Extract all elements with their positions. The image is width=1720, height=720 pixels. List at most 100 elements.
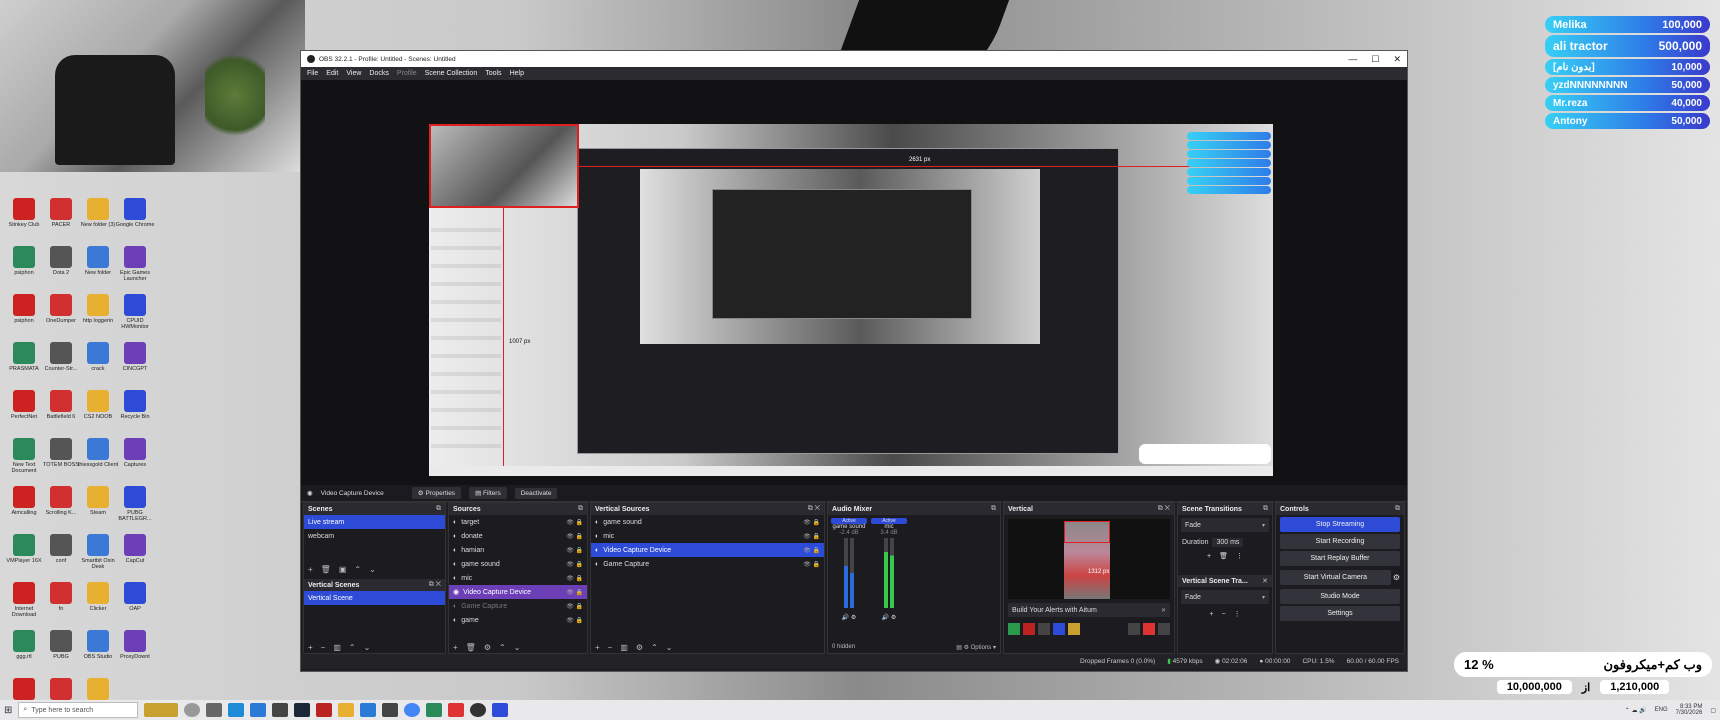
desktop-icon[interactable]: CINCGPT <box>113 342 157 388</box>
remove-icon[interactable]: 🗑 <box>1219 552 1228 560</box>
desktop-icon[interactable]: PUBG BATTLEGR... <box>113 486 157 532</box>
speaker-icon[interactable]: 🔊 ⚙ <box>831 614 867 621</box>
folder-icon[interactable] <box>338 703 355 717</box>
vertical-source-item[interactable]: ◐ Video Capture Device 👁 🔒 <box>591 543 824 557</box>
vertical-preview[interactable]: 1312 px <box>1008 519 1170 599</box>
visibility-lock-icon[interactable]: 👁 🔒 <box>566 617 583 624</box>
menu-edit[interactable]: Edit <box>326 70 338 77</box>
app-icon[interactable] <box>360 703 377 717</box>
tray-icons[interactable]: ⌃ ☁ 🔊 <box>1625 707 1647 714</box>
menu-profile[interactable]: Profile <box>397 70 417 77</box>
vertical-scene-item[interactable]: Vertical Scene <box>304 591 445 605</box>
source-item[interactable]: ◐ game 👁 🔒 <box>449 613 587 627</box>
filters-button[interactable]: ▤ Filters <box>469 487 507 499</box>
clock[interactable]: 8:33 PM 7/30/2026 <box>1676 704 1703 716</box>
virtualcam-icon[interactable] <box>1053 623 1065 635</box>
stop-streaming-button[interactable]: Stop Streaming <box>1280 517 1400 532</box>
steam-icon[interactable] <box>294 703 311 717</box>
scene-item[interactable]: Live stream <box>304 515 445 529</box>
start-recording-button[interactable]: Start Recording <box>1280 534 1400 549</box>
vertical-source-item[interactable]: ◐ mic 👁 🔒 <box>591 529 824 543</box>
app-icon[interactable] <box>382 703 399 717</box>
task-view-icon[interactable] <box>206 703 223 717</box>
menu-file[interactable]: File <box>307 70 318 77</box>
preview-area[interactable]: 2631 px 1007 px <box>301 80 1407 485</box>
visibility-lock-icon[interactable]: 👁 🔒 <box>566 519 583 526</box>
config-icon[interactable]: ▥ <box>333 643 341 652</box>
language-indicator[interactable]: ENG <box>1655 707 1668 713</box>
deactivate-button[interactable]: Deactivate <box>514 487 558 499</box>
visibility-lock-icon[interactable]: 👁 🔒 <box>566 547 583 554</box>
settings-button[interactable]: Settings <box>1280 606 1400 621</box>
app-icon[interactable] <box>426 703 443 717</box>
source-item[interactable]: ◐ mic 👁 🔒 <box>449 571 587 585</box>
down-icon[interactable]: ⌄ <box>369 565 376 574</box>
notification-icon[interactable]: ▢ <box>1710 707 1716 714</box>
visibility-lock-icon[interactable]: 👁 🔒 <box>803 561 820 568</box>
gear-icon[interactable]: ⚙ <box>484 643 491 652</box>
visibility-lock-icon[interactable]: 👁 🔒 <box>566 533 583 540</box>
desktop-icon[interactable]: Epic Games Launcher <box>113 246 157 292</box>
visibility-lock-icon[interactable]: 👁 🔒 <box>566 603 583 610</box>
options-button[interactable]: ▤ ⚙ Options ▾ <box>956 644 996 651</box>
app-icon[interactable] <box>492 703 509 717</box>
obs-icon[interactable] <box>470 703 487 717</box>
add-icon[interactable]: + <box>595 643 600 652</box>
gear-icon[interactable]: ⚙ <box>1393 573 1400 582</box>
menu-help[interactable]: Help <box>510 70 524 77</box>
search-box[interactable]: ⌕ Type here to search <box>18 702 139 718</box>
speaker-icon[interactable]: 🔊 ⚙ <box>871 614 907 621</box>
desktop-icon[interactable]: CapCut <box>113 534 157 580</box>
source-item[interactable]: ◐ donate 👁 🔒 <box>449 529 587 543</box>
remove-icon[interactable]: − <box>1222 611 1226 618</box>
app-icon[interactable] <box>316 703 333 717</box>
visibility-lock-icon[interactable]: 👁 🔒 <box>803 519 820 526</box>
start-replay-buffer-button[interactable]: Start Replay Buffer <box>1280 551 1400 566</box>
visibility-lock-icon[interactable]: 👁 🔒 <box>566 561 583 568</box>
up-icon[interactable]: ⌃ <box>499 643 506 652</box>
source-item[interactable]: ◐ hamian 👁 🔒 <box>449 543 587 557</box>
more-icon[interactable]: ⋮ <box>1234 610 1241 618</box>
stream-icon[interactable] <box>1008 623 1020 635</box>
down-icon[interactable]: ⌄ <box>364 643 371 652</box>
visibility-lock-icon[interactable]: 👁 🔒 <box>566 589 583 596</box>
source-item[interactable]: ◉ Video Capture Device 👁 🔒 <box>449 585 587 599</box>
config-icon[interactable]: ▥ <box>620 643 628 652</box>
source-item[interactable]: ◐ target 👁 🔒 <box>449 515 587 529</box>
down-icon[interactable]: ⌄ <box>514 643 521 652</box>
down-icon[interactable]: ⌄ <box>666 643 673 652</box>
minimize-button[interactable]: — <box>1348 54 1357 65</box>
store-icon[interactable] <box>250 703 267 717</box>
add-icon[interactable]: + <box>1207 553 1211 560</box>
desktop-icon[interactable]: Captures <box>113 438 157 484</box>
chrome-icon[interactable] <box>404 703 421 717</box>
remove-icon[interactable]: 🗑 <box>466 643 476 652</box>
config-icon[interactable]: ▣ <box>339 565 347 574</box>
transition-select[interactable]: Fade ▾ <box>1181 518 1269 532</box>
start-virtual-camera-button[interactable]: Start Virtual Camera <box>1280 570 1391 585</box>
selected-video-capture[interactable] <box>429 124 579 208</box>
remove-icon[interactable]: 🗑 <box>321 565 331 574</box>
vertical-source-item[interactable]: ◐ game sound 👁 🔒 <box>591 515 824 529</box>
start-icon[interactable]: ⊞ <box>4 705 12 716</box>
close-button[interactable]: ✕ <box>1393 54 1401 65</box>
menu-scene-collection[interactable]: Scene Collection <box>425 70 478 77</box>
gear-icon[interactable] <box>1128 623 1140 635</box>
app-icon[interactable] <box>448 703 465 717</box>
visibility-lock-icon[interactable]: 👁 🔒 <box>803 533 820 540</box>
program-preview[interactable]: 2631 px 1007 px <box>429 124 1273 476</box>
snapshot-icon[interactable] <box>1068 623 1080 635</box>
add-icon[interactable]: + <box>1209 611 1213 618</box>
share-icon[interactable] <box>1158 623 1170 635</box>
up-icon[interactable]: ⌃ <box>354 565 361 574</box>
menu-docks[interactable]: Docks <box>369 70 388 77</box>
up-icon[interactable]: ⌃ <box>651 643 658 652</box>
app-icon[interactable] <box>272 703 289 717</box>
remove-icon[interactable]: − <box>321 643 326 652</box>
replay-icon[interactable] <box>1038 623 1050 635</box>
alert-banner[interactable]: Build Your Alerts with Aitum ✕ <box>1008 603 1170 617</box>
vertical-source-item[interactable]: ◐ Game Capture 👁 🔒 <box>591 557 824 571</box>
cortana-icon[interactable] <box>184 703 201 717</box>
gear-icon[interactable]: ⚙ <box>636 643 643 652</box>
vertical-transition-select[interactable]: Fade ▾ <box>1181 590 1269 604</box>
